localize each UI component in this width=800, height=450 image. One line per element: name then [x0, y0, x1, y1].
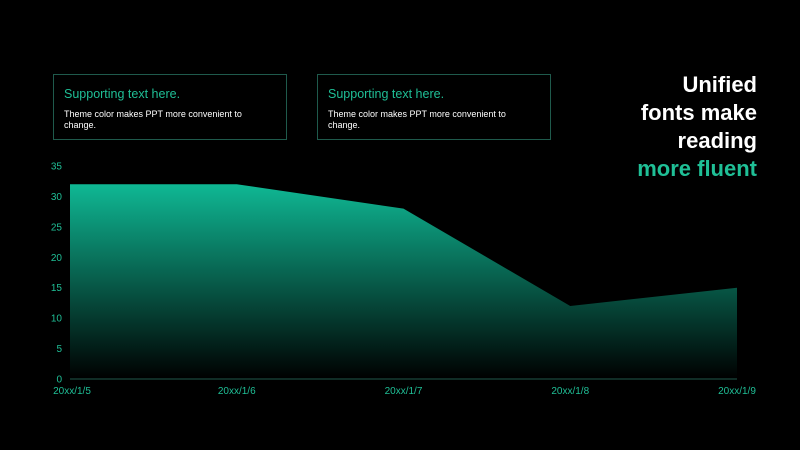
y-tick-label: 25: [51, 222, 63, 233]
y-tick-label: 5: [56, 344, 62, 355]
y-tick-label: 10: [51, 314, 63, 325]
area-series: [70, 184, 737, 379]
y-axis-labels: 0 5 10 15 20 25 30 35: [51, 162, 63, 386]
y-tick-label: 0: [56, 375, 62, 386]
y-tick-label: 30: [51, 192, 63, 203]
x-axis-labels: 20xx/1/5 20xx/1/6 20xx/1/7 20xx/1/8 20xx/1/9: [53, 386, 756, 397]
y-tick-label: 35: [51, 162, 63, 173]
x-tick-label: 20xx/1/9: [718, 386, 756, 397]
x-tick-label: 20xx/1/6: [218, 386, 256, 397]
y-tick-label: 20: [51, 253, 63, 264]
x-tick-label: 20xx/1/8: [551, 386, 589, 397]
x-tick-label: 20xx/1/7: [385, 386, 423, 397]
area-chart: 05101520253035 20xx/1/5 20xx/1/6 20xx/1/7 2…: [51, 162, 756, 398]
y-tick-label: 15: [51, 283, 63, 294]
x-tick-label: 20xx/1/5: [53, 386, 91, 397]
